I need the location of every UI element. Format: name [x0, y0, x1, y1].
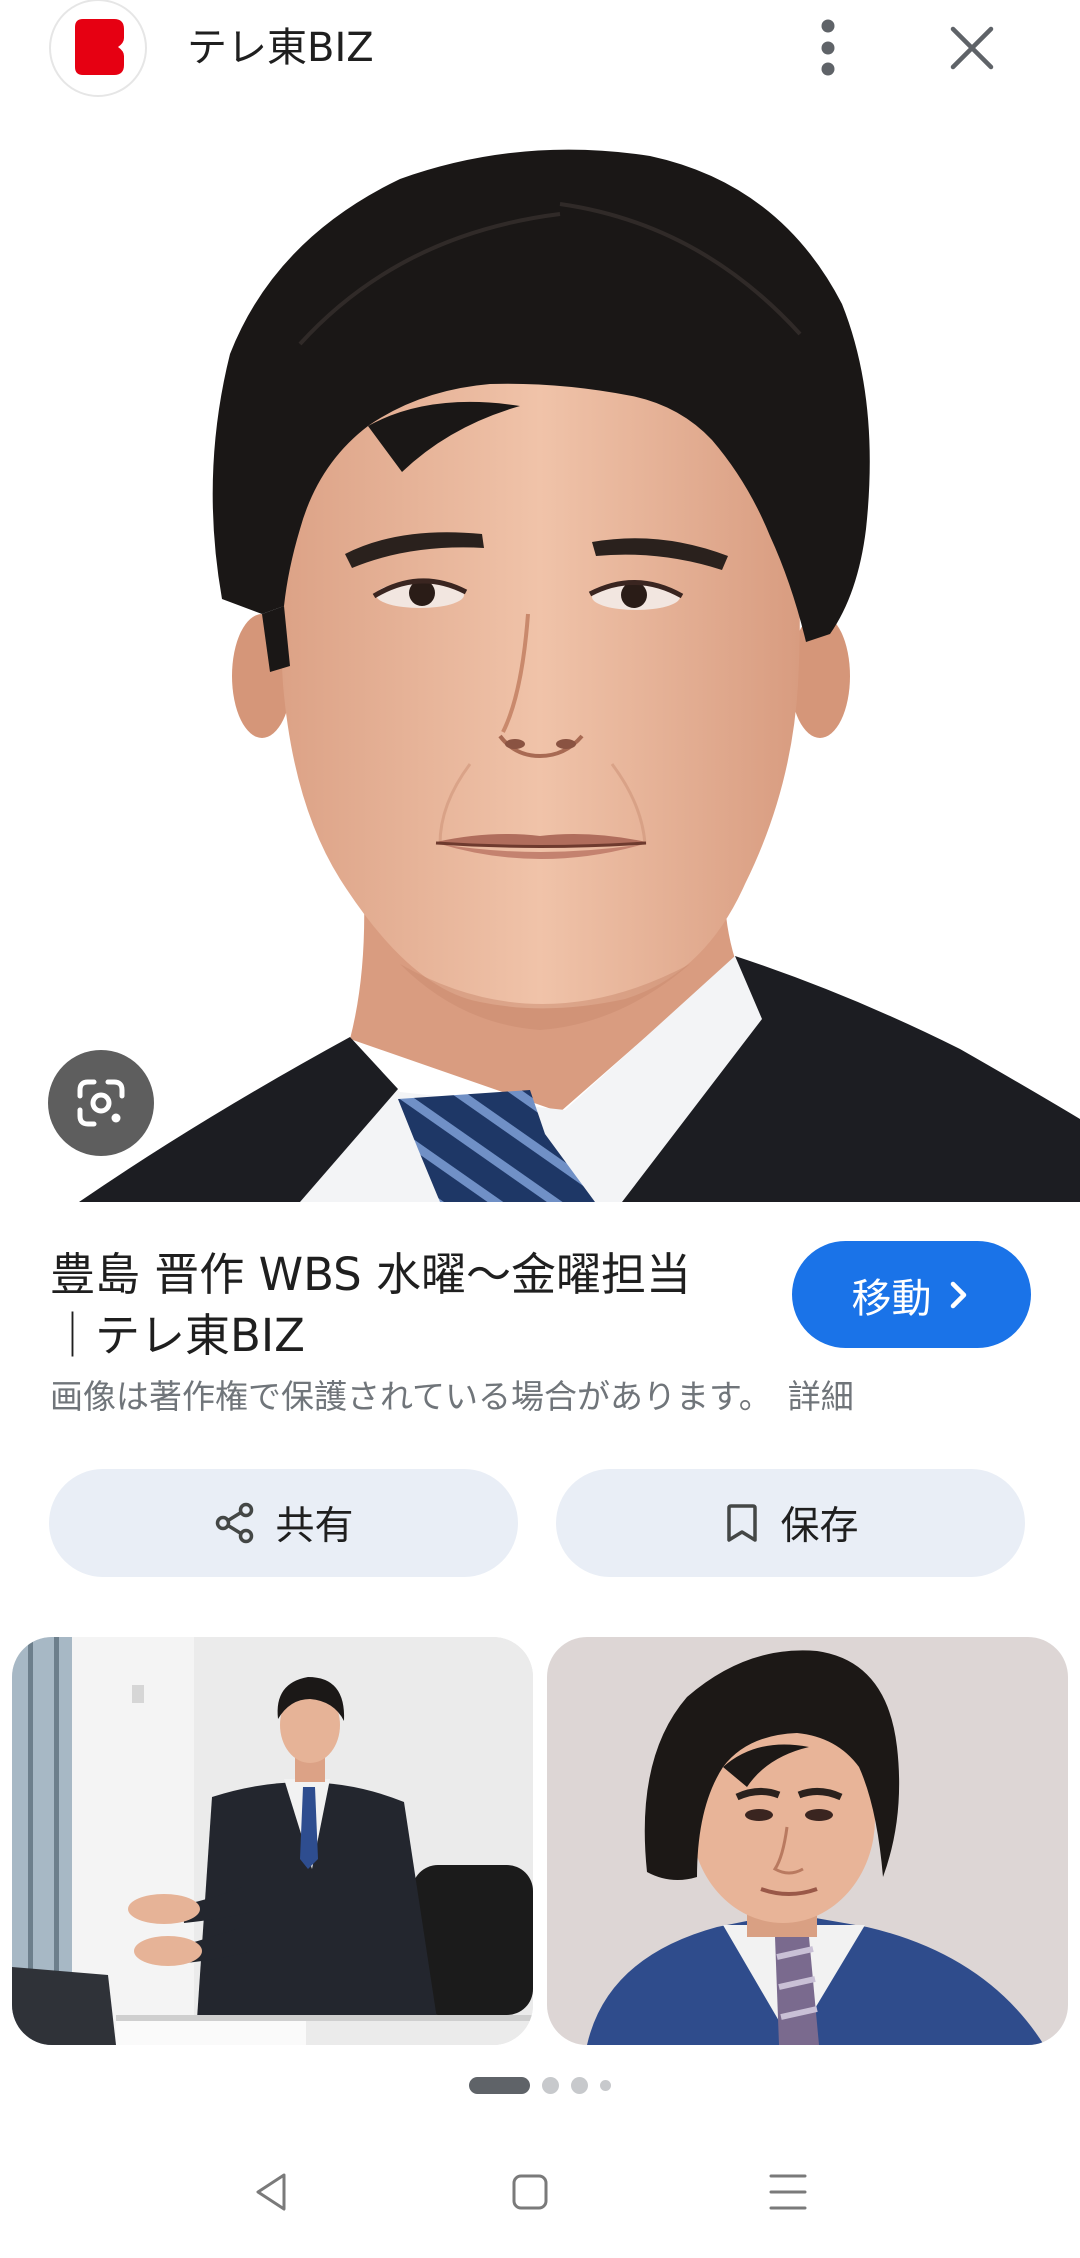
- share-label: 共有: [275, 1504, 354, 1549]
- system-back-button[interactable]: [241, 2164, 301, 2220]
- save-button[interactable]: 保存: [556, 1469, 1025, 1577]
- details-link[interactable]: 詳細: [788, 1377, 854, 1416]
- visit-button-label: 移動: [851, 1275, 932, 1322]
- source-name[interactable]: テレ東BIZ: [187, 20, 374, 76]
- system-recents-button[interactable]: [758, 2164, 818, 2220]
- close-icon: [950, 26, 994, 70]
- back-icon: [256, 2173, 286, 2211]
- share-icon: [216, 1502, 254, 1544]
- close-button[interactable]: [944, 20, 1000, 76]
- source-logo[interactable]: [48, 0, 148, 98]
- more-vert-icon: [821, 19, 835, 76]
- lens-search-button[interactable]: [48, 1050, 154, 1156]
- tv-tokyo-biz-logo-icon: [49, 0, 147, 97]
- more-options-button[interactable]: [800, 8, 856, 88]
- recents-icon: [769, 2174, 807, 2210]
- pagination-dot: [571, 2077, 588, 2094]
- portrait-photo: [79, 149, 1080, 1202]
- laptop: [12, 1967, 116, 2045]
- main-image[interactable]: [0, 144, 1080, 1202]
- visit-button[interactable]: 移動: [792, 1241, 1031, 1348]
- save-label: 保存: [780, 1504, 859, 1549]
- system-home-button[interactable]: [500, 2164, 560, 2220]
- home-icon: [512, 2174, 548, 2210]
- portrait-photo-2: [547, 1637, 1068, 2045]
- pagination-dot: [600, 2080, 611, 2091]
- google-lens-icon: [77, 1079, 125, 1127]
- bookmark-icon: [727, 1504, 758, 1542]
- pagination-indicator-active: [469, 2077, 530, 2094]
- related-image-1[interactable]: [12, 1637, 533, 2045]
- office-interview-photo: [12, 1637, 533, 2045]
- share-button[interactable]: 共有: [49, 1469, 518, 1577]
- pagination: [0, 2077, 1080, 2094]
- result-title[interactable]: 豊島 晋作 WBS 水曜～金曜担当 ｜テレ東BIZ: [50, 1244, 780, 1366]
- chevron-right-icon: [950, 1281, 966, 1308]
- copyright-row: 画像は著作権で保護されている場合があります。 詳細: [50, 1375, 854, 1419]
- copyright-notice: 画像は著作権で保護されている場合があります。: [50, 1377, 772, 1416]
- pagination-dot: [542, 2077, 559, 2094]
- related-image-2[interactable]: [547, 1637, 1068, 2045]
